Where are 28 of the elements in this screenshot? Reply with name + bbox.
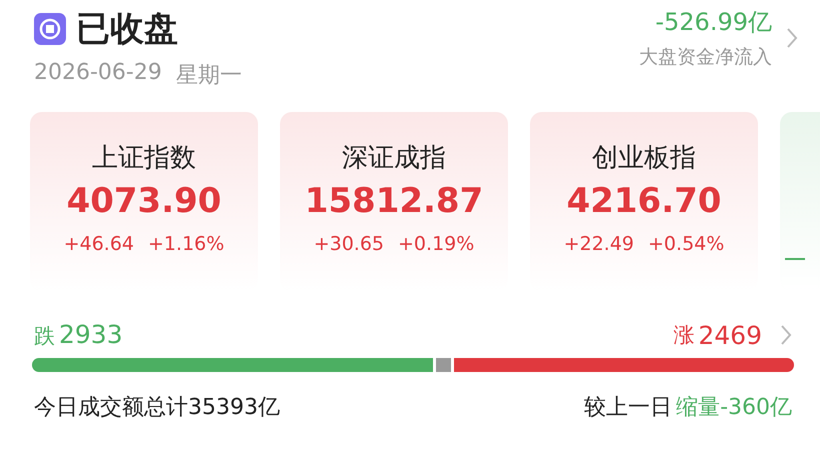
index-change: +22.49 — [564, 233, 634, 255]
compare-label: 较上一日 — [584, 394, 672, 422]
market-status: 已收盘 — [76, 8, 178, 51]
falling-count: 2933 — [59, 320, 123, 349]
date-text: 2026-06-29 — [34, 60, 162, 87]
net-flow-value: -526.99亿 — [655, 7, 772, 38]
index-name: 上证指数 — [92, 142, 196, 175]
index-name: 创业板指 — [592, 142, 696, 175]
index-name: 深证成指 — [342, 142, 446, 175]
index-change: +30.65 — [314, 233, 384, 255]
index-value: 15812.87 — [304, 181, 484, 221]
index-change: +46.64 — [64, 233, 134, 255]
index-percent: +1.16% — [148, 233, 224, 255]
chevron-right-icon[interactable] — [786, 27, 798, 49]
status-icon — [34, 13, 66, 45]
falling-label: 跌 — [34, 323, 55, 350]
rising-label: 涨 — [673, 322, 694, 349]
breadth-bar-segment — [436, 358, 451, 372]
index-value: 4073.90 — [66, 181, 222, 221]
index-percent: +0.19% — [398, 233, 474, 255]
rising-count: 2469 — [698, 320, 762, 350]
index-value: 4216.70 — [566, 181, 722, 221]
net-flow-label: 大盘资金净流入 — [639, 45, 772, 70]
index-percent: +0.54% — [648, 233, 724, 255]
compare-value: 缩量-360亿 — [676, 394, 792, 422]
turnover-text: 今日成交额总计35393亿 — [34, 394, 280, 422]
chevron-right-icon[interactable] — [780, 324, 792, 346]
weekday-text: 星期一 — [176, 62, 242, 90]
